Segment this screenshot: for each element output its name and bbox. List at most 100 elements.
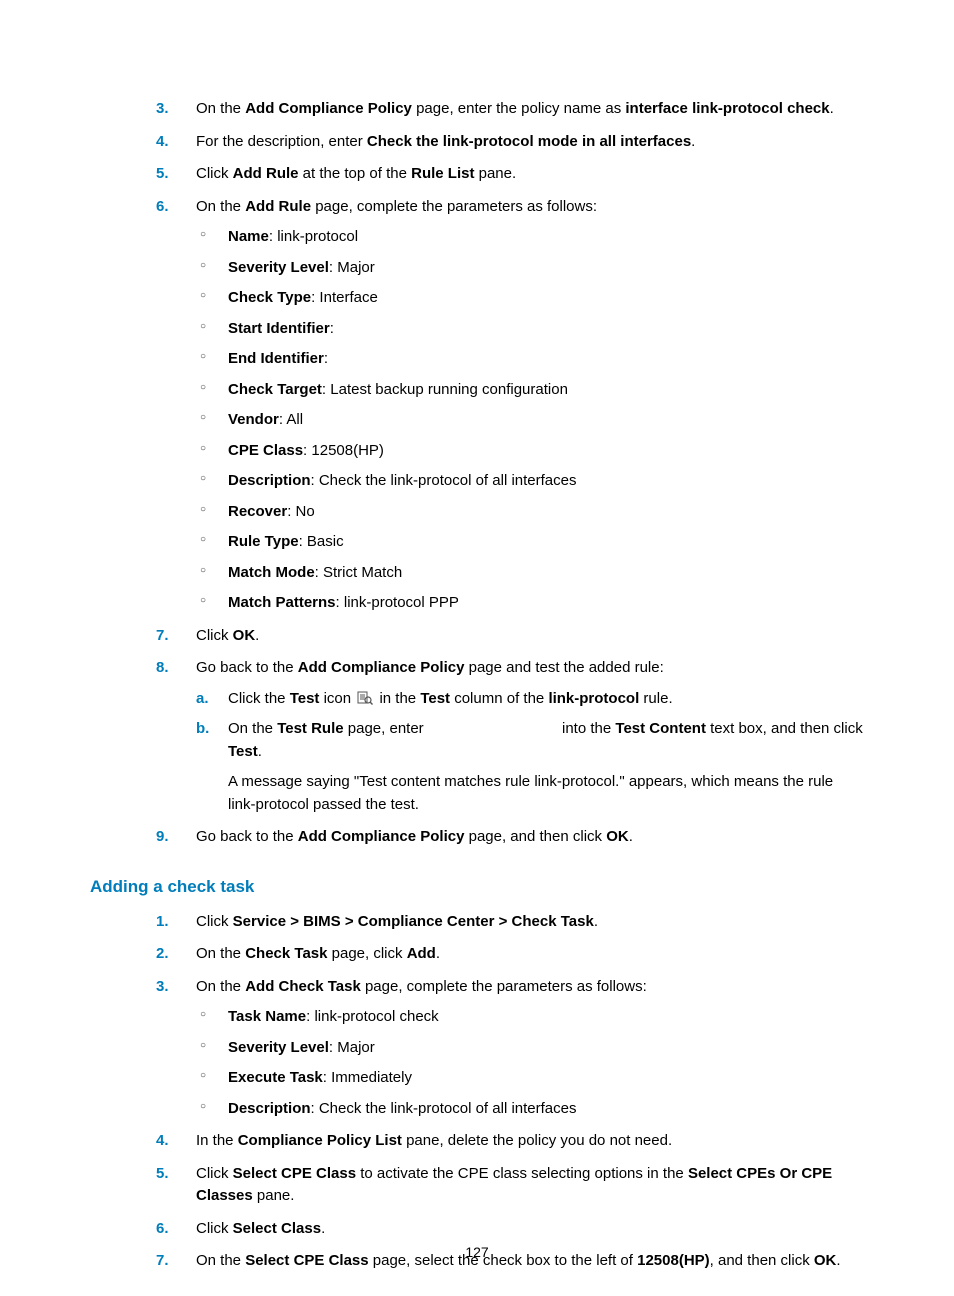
bullet-item: Vendor: All — [196, 409, 864, 432]
bold-text: Recover — [228, 503, 287, 520]
step-body: In the Compliance Policy List pane, dele… — [196, 1132, 672, 1149]
step-item: 9.Go back to the Add Compliance Policy p… — [156, 826, 864, 849]
bold-text: End Identifier — [228, 350, 324, 367]
step-number: 5. — [156, 1163, 169, 1186]
body-text: . — [321, 1220, 325, 1237]
bullet-item: Severity Level: Major — [196, 1037, 864, 1060]
bold-text: Match Patterns — [228, 594, 336, 611]
bold-text: Rule Type — [228, 533, 299, 550]
step-body: On the Check Task page, click Add. — [196, 945, 440, 962]
body-text: : Interface — [311, 289, 378, 306]
step-item: 5.Click Select CPE Class to activate the… — [156, 1163, 864, 1208]
body-text: : — [330, 320, 334, 337]
body-text: into the — [558, 720, 616, 737]
step-number: 2. — [156, 943, 169, 966]
body-text: page, and then click — [464, 828, 606, 845]
body-text: pane. — [474, 165, 516, 182]
bold-text: Select CPE Class — [233, 1165, 356, 1182]
bold-text: Compliance Policy List — [238, 1132, 402, 1149]
step-body: On the Add Rule page, complete the param… — [196, 198, 597, 215]
body-text: Click — [196, 627, 233, 644]
step-list-2: 1.Click Service > BIMS > Compliance Cent… — [156, 911, 864, 1273]
body-text: page, enter — [344, 720, 428, 737]
body-text: . — [594, 913, 598, 930]
step-item: 4.For the description, enter Check the l… — [156, 131, 864, 154]
body-text: in the — [375, 690, 420, 707]
step-body: Go back to the Add Compliance Policy pag… — [196, 828, 633, 845]
body-text: page, click — [327, 945, 406, 962]
note-text: A message saying "Test content matches r… — [228, 771, 864, 816]
body-text: : Check the link-protocol of all interfa… — [311, 1100, 577, 1117]
bold-text: Severity Level — [228, 1039, 329, 1056]
body-text: Click — [196, 1220, 233, 1237]
step-number: 5. — [156, 163, 169, 186]
body-text: : — [324, 350, 328, 367]
body-text: Go back to the — [196, 828, 298, 845]
step-body: On the Add Check Task page, complete the… — [196, 978, 647, 995]
bold-text: Vendor — [228, 411, 279, 428]
bold-text: Severity Level — [228, 259, 329, 276]
step-number: 3. — [156, 976, 169, 999]
step-body: Click Add Rule at the top of the Rule Li… — [196, 165, 516, 182]
step-body: Click Service > BIMS > Compliance Center… — [196, 913, 598, 930]
bold-text: Test — [290, 690, 320, 707]
body-text: : Check the link-protocol of all interfa… — [311, 472, 577, 489]
body-text: pane. — [253, 1187, 295, 1204]
step-body: On the Add Compliance Policy page, enter… — [196, 100, 834, 117]
bullet-item: Match Mode: Strict Match — [196, 562, 864, 585]
bullet-item: End Identifier: — [196, 348, 864, 371]
bold-text: Rule List — [411, 165, 474, 182]
body-text: . — [258, 743, 262, 760]
bullet-item: CPE Class: 12508(HP) — [196, 440, 864, 463]
step-body: For the description, enter Check the lin… — [196, 133, 695, 150]
step-number: 3. — [156, 98, 169, 121]
bullet-item: Execute Task: Immediately — [196, 1067, 864, 1090]
bold-text: Check the link-protocol mode in all inte… — [367, 133, 691, 150]
bold-text: Test — [420, 690, 450, 707]
body-text: On the — [228, 720, 277, 737]
step-item: 8.Go back to the Add Compliance Policy p… — [156, 657, 864, 816]
bullet-item: Task Name: link-protocol check — [196, 1006, 864, 1029]
body-text: . — [629, 828, 633, 845]
body-text: : link-protocol check — [306, 1008, 439, 1025]
body-text: Click — [196, 1165, 233, 1182]
body-text: column of the — [450, 690, 548, 707]
bold-text: interface link-protocol check — [625, 100, 829, 117]
step-item: 5. Click Add Rule at the top of the Rule … — [156, 163, 864, 186]
step-body: Go back to the Add Compliance Policy pag… — [196, 659, 664, 676]
step-body: Click OK. — [196, 627, 259, 644]
bold-text: Test Rule — [277, 720, 343, 737]
bullet-item: Severity Level: Major — [196, 257, 864, 280]
bold-text: Check Type — [228, 289, 311, 306]
bold-text: Service > BIMS > Compliance Center > Che… — [233, 913, 594, 930]
bold-text: OK — [233, 627, 256, 644]
step-item: 7.Click OK. — [156, 625, 864, 648]
document-page: 3. On the Add Compliance Policy page, ent… — [0, 0, 954, 1296]
body-text: : All — [279, 411, 303, 428]
step-body: Click Select Class. — [196, 1220, 325, 1237]
bold-text: Test — [228, 743, 258, 760]
body-text: : No — [287, 503, 315, 520]
bullet-list: Name: link-protocolSeverity Level: Major… — [196, 226, 864, 615]
body-text: page, enter the policy name as — [412, 100, 625, 117]
body-text: Click the — [228, 690, 290, 707]
body-text: Click — [196, 165, 233, 182]
alpha-item: a.Click the Test icon in the Test column… — [196, 688, 864, 711]
step-number: 6. — [156, 196, 169, 219]
test-icon — [357, 690, 373, 704]
bold-text: Add Rule — [245, 198, 311, 215]
bold-text: Add Rule — [233, 165, 299, 182]
body-text: On the — [196, 945, 245, 962]
body-text: : Strict Match — [315, 564, 403, 581]
step-item: 6. Click Select Class. — [156, 1218, 864, 1241]
section-heading: Adding a check task — [90, 877, 864, 897]
alpha-item: b.On the Test Rule page, enter into the … — [196, 718, 864, 816]
body-text: . — [436, 945, 440, 962]
bold-text: CPE Class — [228, 442, 303, 459]
bold-text: Match Mode — [228, 564, 315, 581]
step-number: 6. — [156, 1218, 169, 1241]
bullet-item: Check Target: Latest backup running conf… — [196, 379, 864, 402]
bold-text: OK — [606, 828, 629, 845]
body-text: : link-protocol — [269, 228, 358, 245]
step-item: 6. On the Add Rule page, complete the par… — [156, 196, 864, 615]
